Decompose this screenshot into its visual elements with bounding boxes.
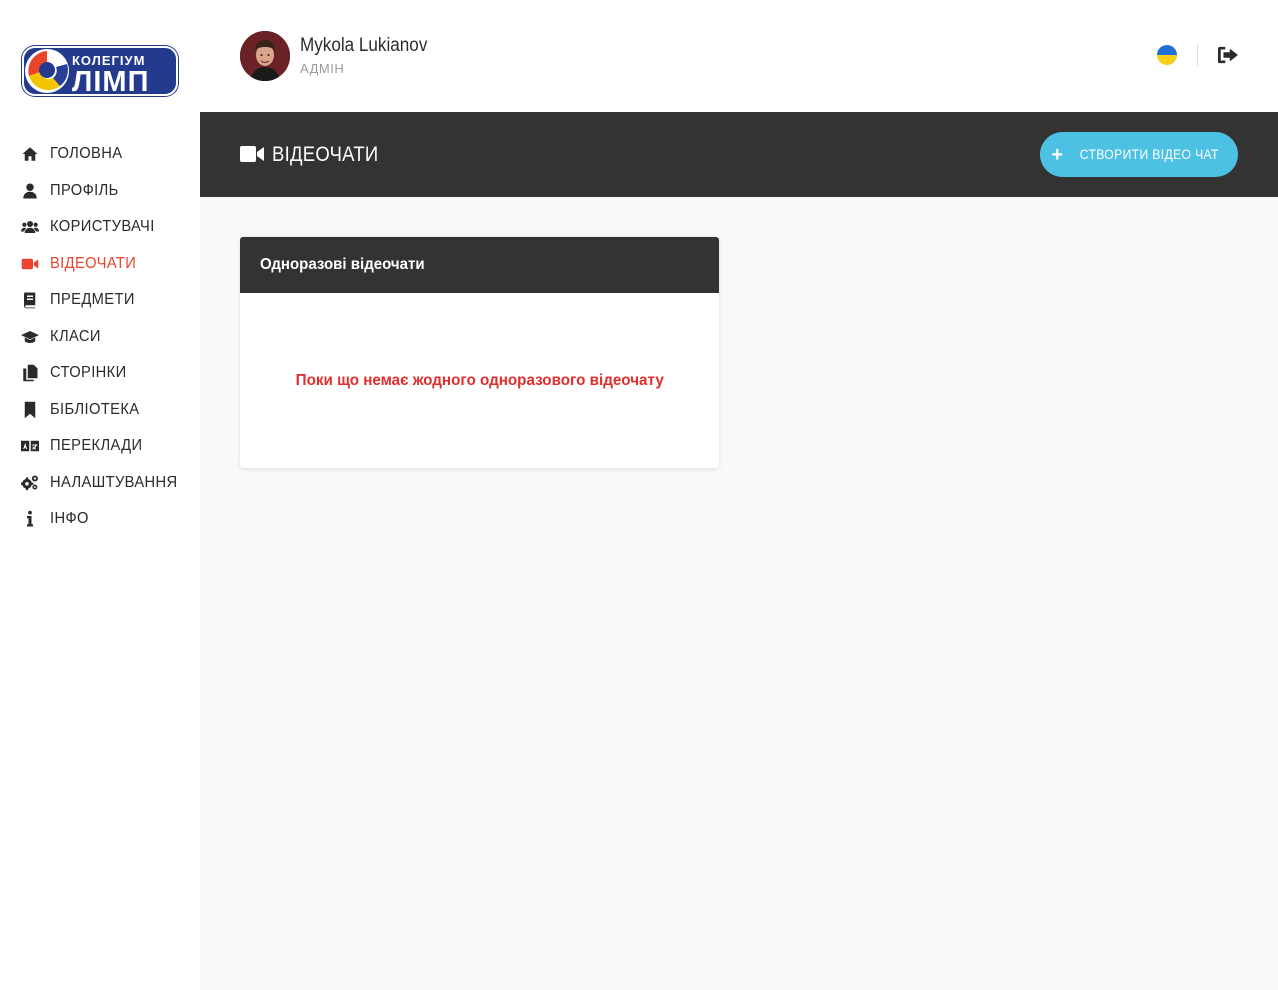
svg-text:ЛІМП: ЛІМП (72, 66, 149, 98)
video-icon (240, 145, 264, 163)
language-icon (20, 436, 40, 456)
sidebar-item-label: ВІДЕОЧАТИ (50, 254, 137, 272)
sidebar-item-label: ГОЛОВНА (50, 145, 123, 163)
sidebar-item-label: ПРЕДМЕТИ (50, 291, 135, 309)
user-role: АДМІН (300, 61, 345, 76)
sidebar-item-info[interactable]: ІНФО (0, 501, 200, 538)
main-content: ВІДЕОЧАТИ + СТВОРИТИ ВІДЕО ЧАТ Одноразов… (200, 112, 1278, 990)
user-icon (20, 181, 40, 201)
home-icon (20, 144, 40, 164)
avatar[interactable] (240, 31, 290, 81)
sidebar-item-translations[interactable]: ПЕРЕКЛАДИ (0, 428, 200, 465)
sidebar-item-profile[interactable]: ПРОФІЛЬ (0, 173, 200, 210)
sidebar-item-label: СТОРІНКИ (50, 364, 127, 382)
plus-icon: + (1051, 143, 1064, 166)
card-body: Поки що немає жодного одноразового відео… (240, 293, 719, 468)
page-title: ВІДЕОЧАТИ (272, 143, 379, 166)
page-header: ВІДЕОЧАТИ + СТВОРИТИ ВІДЕО ЧАТ (200, 112, 1278, 197)
sidebar-item-label: ІНФО (50, 510, 89, 528)
ukraine-flag-icon[interactable] (1157, 45, 1177, 65)
sidebar-item-subjects[interactable]: ПРЕДМЕТИ (0, 282, 200, 319)
sidebar-item-classes[interactable]: КЛАСИ (0, 319, 200, 356)
sidebar-item-label: КОРИСТУВАЧІ (50, 218, 155, 236)
one-time-videochats-card: Одноразові відеочати Поки що немає жодно… (240, 237, 719, 468)
sidebar-item-videochats[interactable]: ВІДЕОЧАТИ (0, 246, 200, 283)
card-header: Одноразові відеочати (240, 237, 719, 293)
sidebar-item-label: КЛАСИ (50, 327, 101, 345)
sidebar-item-label: ПРОФІЛЬ (50, 181, 119, 199)
sidebar-item-label: ПЕРЕКЛАДИ (50, 437, 143, 455)
create-video-chat-button[interactable]: + СТВОРИТИ ВІДЕО ЧАТ (1040, 132, 1238, 177)
user-name: Mykola Lukianov (300, 35, 428, 56)
empty-state-message: Поки що немає жодного одноразового відео… (295, 371, 664, 389)
video-icon (20, 254, 40, 274)
info-icon (20, 509, 40, 529)
sidebar: КОЛЕГІУМ ЛІМП ГОЛОВНА ПРОФІЛЬ КОРИСТУВАЧ… (0, 0, 200, 990)
sidebar-item-home[interactable]: ГОЛОВНА (0, 136, 200, 173)
header-divider (1197, 44, 1198, 66)
cogs-icon (20, 473, 40, 493)
card-title: Одноразові відеочати (260, 256, 425, 273)
sidebar-item-label: БІБЛІОТЕКА (50, 400, 140, 418)
sidebar-item-label: НАЛАШТУВАННЯ (50, 473, 178, 491)
sidebar-nav: ГОЛОВНА ПРОФІЛЬ КОРИСТУВАЧІ ВІДЕОЧАТИ ПР… (0, 136, 200, 538)
olimp-logo[interactable]: КОЛЕГІУМ ЛІМП (20, 42, 180, 98)
sidebar-item-pages[interactable]: СТОРІНКИ (0, 355, 200, 392)
sidebar-item-users[interactable]: КОРИСТУВАЧІ (0, 209, 200, 246)
bookmark-icon (20, 400, 40, 420)
users-icon (20, 217, 40, 237)
logout-icon[interactable] (1217, 45, 1239, 65)
book-icon (20, 290, 40, 310)
create-button-label: СТВОРИТИ ВІДЕО ЧАТ (1079, 147, 1219, 162)
top-header: Mykola Lukianov АДМІН (200, 0, 1278, 112)
sidebar-item-library[interactable]: БІБЛІОТЕКА (0, 392, 200, 429)
graduation-cap-icon (20, 327, 40, 347)
sidebar-item-settings[interactable]: НАЛАШТУВАННЯ (0, 465, 200, 502)
copy-icon (20, 363, 40, 383)
